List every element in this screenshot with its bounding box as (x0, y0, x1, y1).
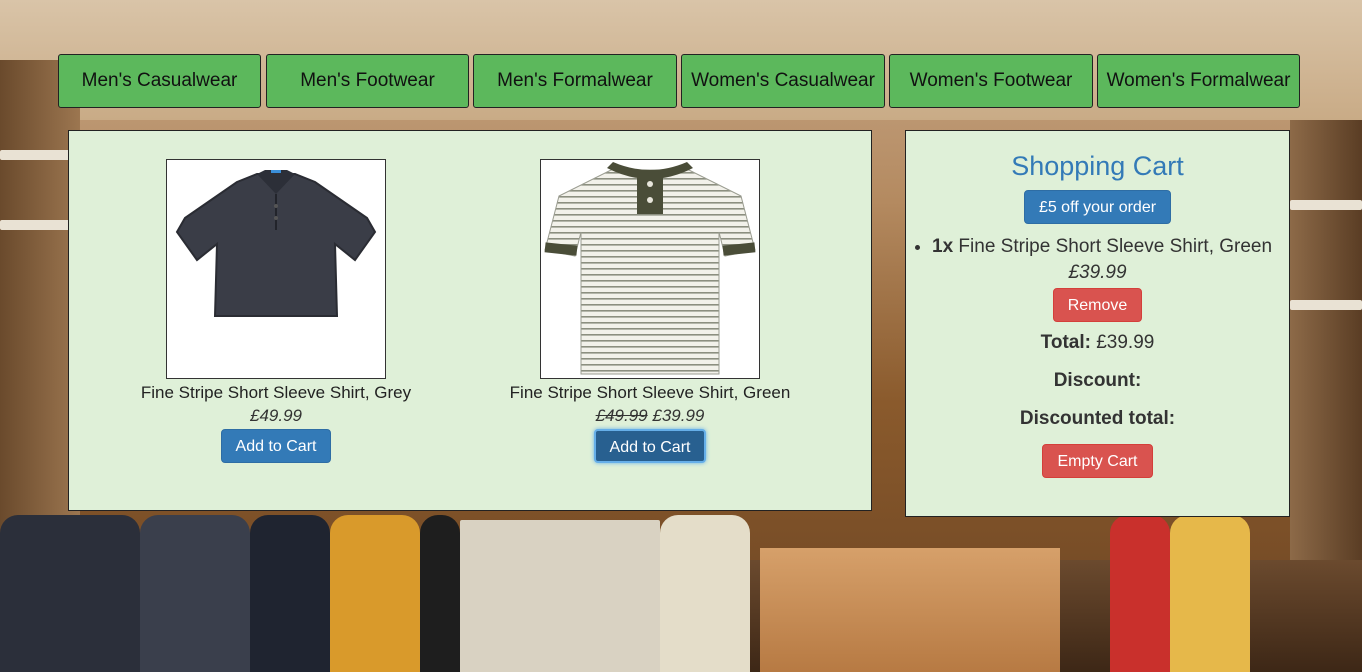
cart-item-qty: 1x (932, 236, 954, 257)
discounted-total-label: Discounted total: (1019, 408, 1176, 429)
cart-discounted-total: Discounted total: (906, 408, 1289, 430)
original-price: £49.99 (595, 406, 648, 425)
empty-cart-button[interactable]: Empty Cart (1042, 444, 1153, 478)
product-list-panel: Fine Stripe Short Sleeve Shirt, Grey £49… (68, 130, 872, 511)
sale-price: £39.99 (652, 406, 705, 425)
nav-womens-footwear[interactable]: Women's Footwear (889, 54, 1093, 108)
product-card: Fine Stripe Short Sleeve Shirt, Green £4… (485, 159, 815, 463)
remove-item-button[interactable]: Remove (1052, 288, 1143, 322)
product-name: Fine Stripe Short Sleeve Shirt, Grey (140, 383, 412, 402)
nav-mens-footwear[interactable]: Men's Footwear (266, 54, 469, 108)
cart-item: 1x Fine Stripe Short Sleeve Shirt, Green (932, 236, 1289, 258)
product-price: £49.99 £39.99 (485, 406, 815, 426)
add-to-cart-button[interactable]: Add to Cart (593, 429, 707, 463)
product-price: £49.99 (250, 406, 302, 425)
product-name: Fine Stripe Short Sleeve Shirt, Green (509, 383, 791, 402)
total-label: Total: (1040, 332, 1091, 353)
voucher-button[interactable]: £5 off your order (1023, 190, 1172, 224)
add-to-cart-button[interactable]: Add to Cart (220, 429, 332, 463)
product-card: Fine Stripe Short Sleeve Shirt, Grey £49… (111, 159, 441, 463)
cart-title: Shopping Cart (1011, 151, 1184, 181)
cart-item-name: Fine Stripe Short Sleeve Shirt, Green (958, 236, 1273, 257)
nav-womens-casualwear[interactable]: Women's Casualwear (681, 54, 885, 108)
cart-discount: Discount: (906, 370, 1289, 392)
nav-mens-formalwear[interactable]: Men's Formalwear (473, 54, 677, 108)
total-value: £39.99 (1096, 332, 1155, 353)
nav-womens-formalwear[interactable]: Women's Formalwear (1097, 54, 1300, 108)
grey-polo-shirt-image (166, 159, 386, 379)
cart-item-list: 1x Fine Stripe Short Sleeve Shirt, Green (906, 236, 1289, 258)
green-striped-henley-shirt-image (540, 159, 760, 379)
discount-label: Discount: (1053, 370, 1142, 391)
cart-total: Total: £39.99 (906, 332, 1289, 354)
cart-item-price: £39.99 (1068, 262, 1127, 283)
nav-mens-casualwear[interactable]: Men's Casualwear (58, 54, 261, 108)
shopping-cart-panel: Shopping Cart £5 off your order 1x Fine … (905, 130, 1290, 517)
